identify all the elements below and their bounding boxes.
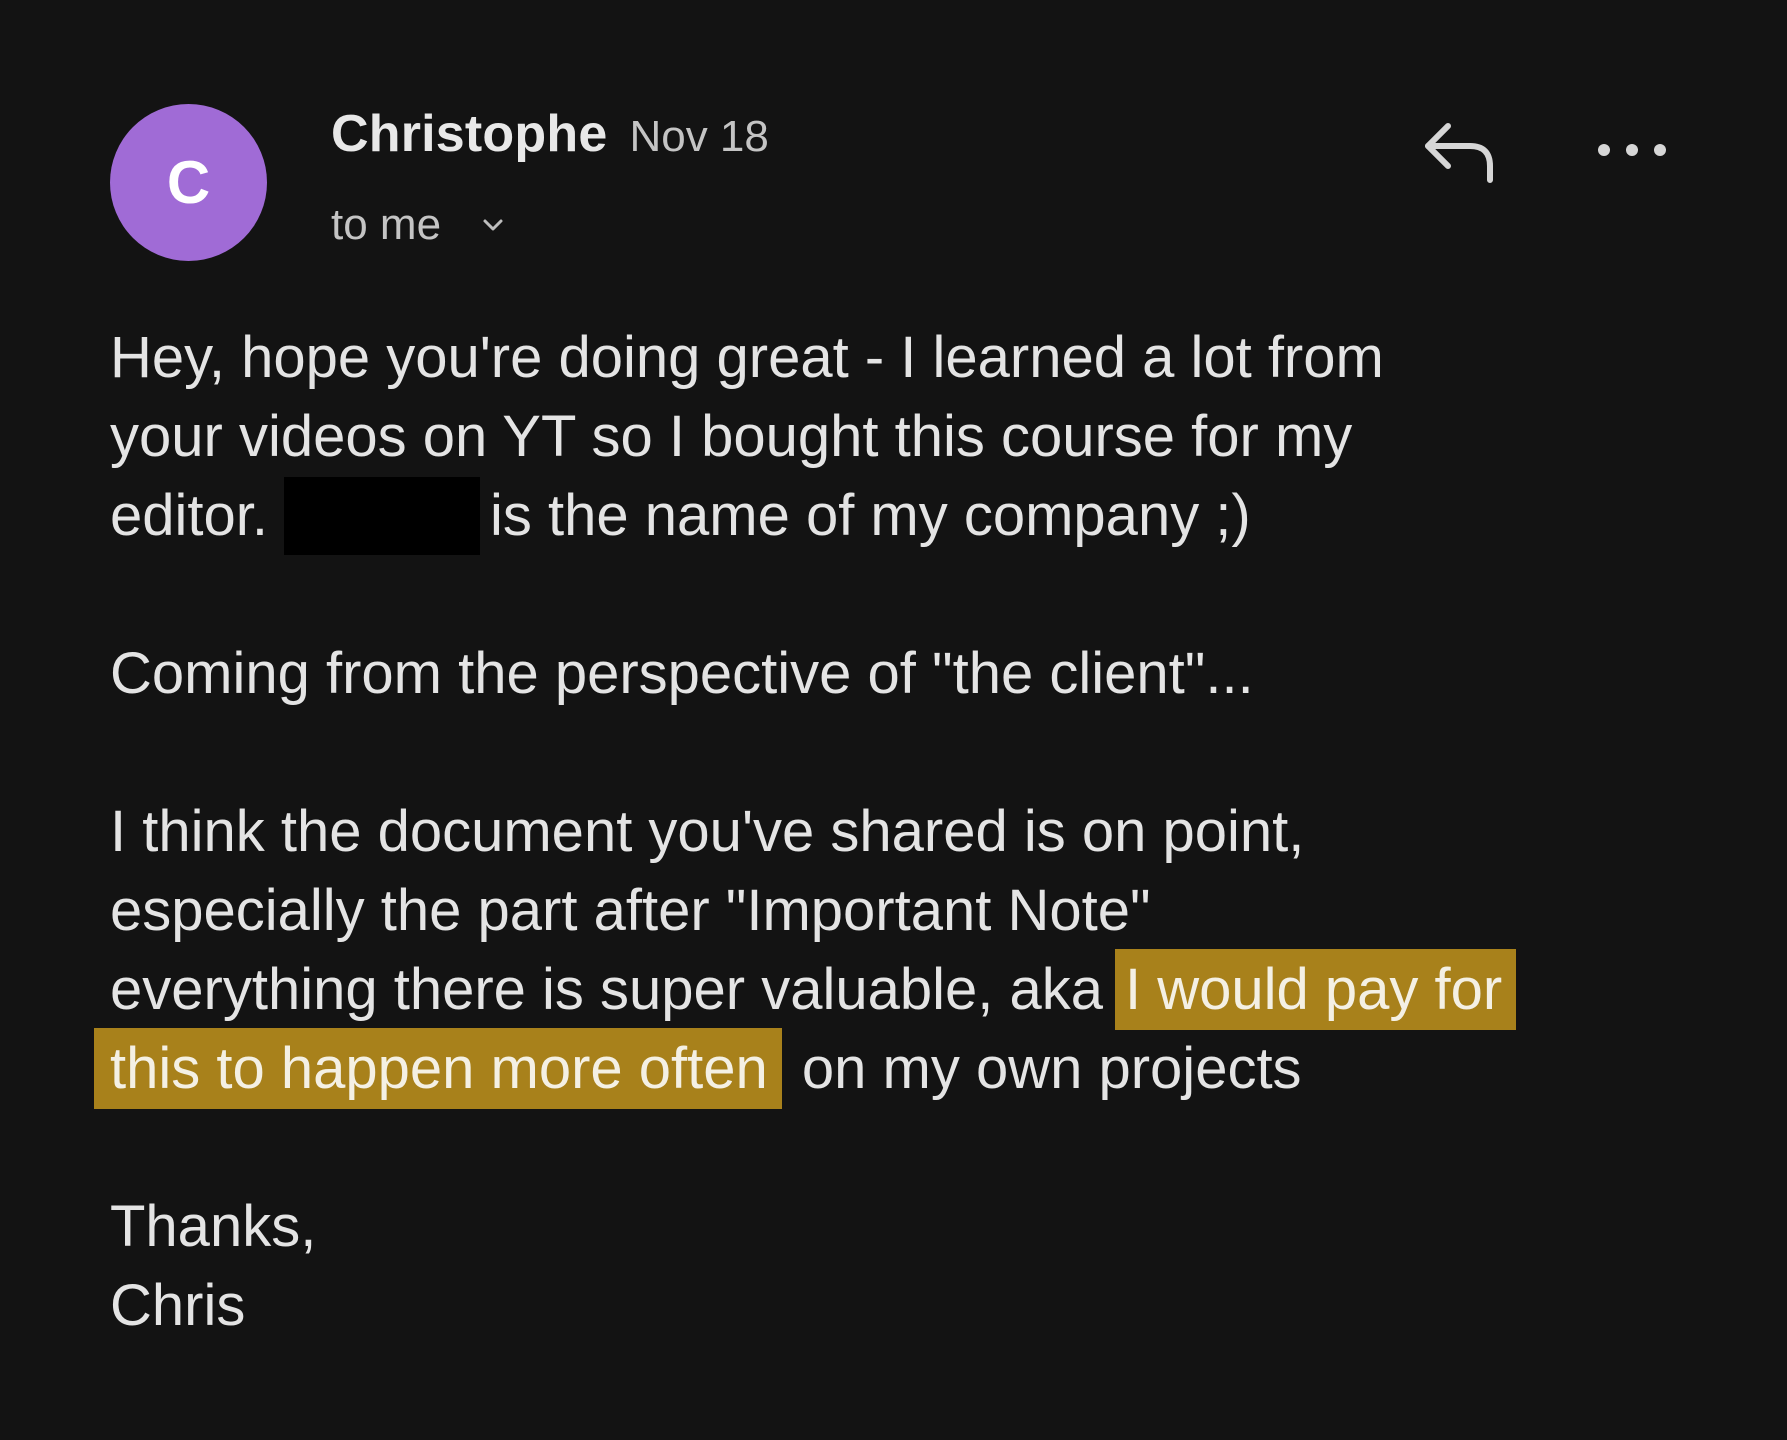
signature: Chris	[110, 1273, 246, 1338]
body-line: everything there is super valuable, aka I…	[110, 949, 1730, 1030]
more-options-button[interactable]	[1592, 130, 1672, 170]
body-line: Hey, hope you're doing great - I learned…	[110, 325, 1384, 390]
body-line: editor. is the name of my company ;)	[110, 476, 1730, 555]
recipients-toggle[interactable]: to me	[331, 200, 507, 250]
reply-icon	[1425, 123, 1493, 183]
recipients-label: to me	[331, 200, 442, 249]
sender-name[interactable]: Christophe	[331, 104, 607, 164]
highlighted-text: I would pay for	[1115, 949, 1517, 1030]
redacted-company-name	[284, 477, 480, 555]
body-line: Coming from the perspective of "the clie…	[110, 641, 1254, 706]
body-text: on my own projects	[801, 1036, 1302, 1101]
sender-header: Christophe Nov 18	[331, 104, 769, 174]
body-text: is the name of my company ;)	[490, 483, 1251, 548]
signoff: Thanks,	[110, 1194, 317, 1259]
paragraph-signoff: Thanks, Chris	[110, 1187, 1730, 1345]
body-line: your videos on YT so I bought this cours…	[110, 404, 1353, 469]
more-options-icon	[1598, 144, 1666, 156]
body-text: everything there is super valuable, aka	[110, 957, 1104, 1022]
body-line: especially the part after "Important Not…	[110, 878, 1151, 943]
chevron-down-icon[interactable]	[479, 215, 507, 235]
reply-button[interactable]	[1418, 118, 1498, 188]
highlighted-text: this to happen more often	[94, 1028, 782, 1109]
message-date: Nov 18	[629, 112, 769, 161]
avatar[interactable]: C	[110, 104, 267, 261]
paragraph-feedback: I think the document you've shared is on…	[94, 792, 1730, 1109]
body-line: I think the document you've shared is on…	[110, 799, 1305, 864]
paragraph-intro: Hey, hope you're doing great - I learned…	[110, 318, 1730, 555]
body-text: editor.	[110, 483, 268, 548]
body-line: this to happen more often on my own proj…	[94, 1028, 1730, 1109]
paragraph-perspective: Coming from the perspective of "the clie…	[110, 634, 1730, 713]
avatar-initial: C	[166, 149, 211, 216]
message-body: Hey, hope you're doing great - I learned…	[94, 318, 1730, 1345]
